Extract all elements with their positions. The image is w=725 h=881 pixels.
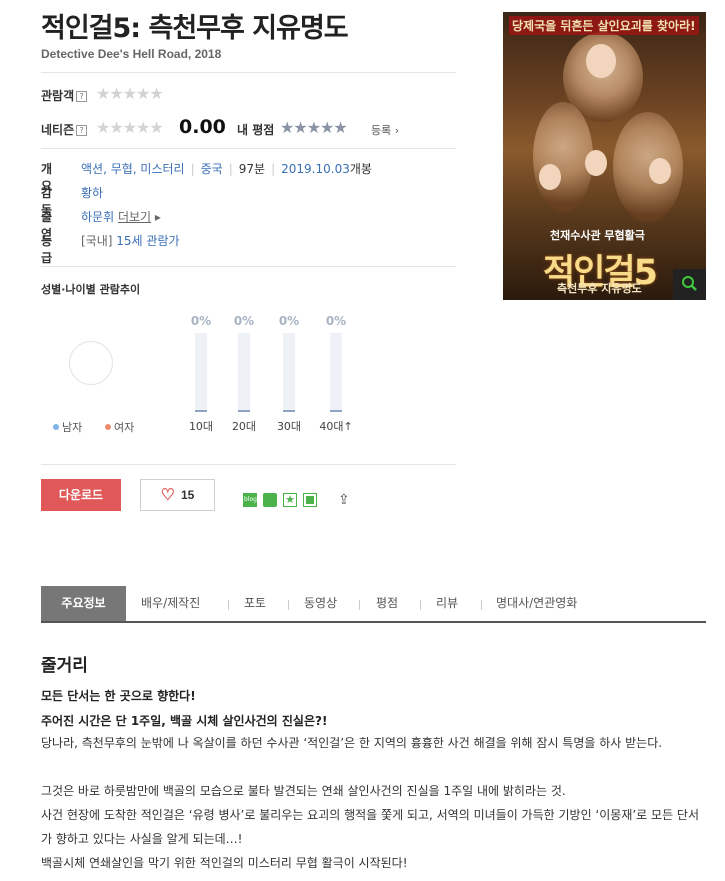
synopsis-paragraph: 당나라, 측천무후의 눈밖에 나 옥살이를 하던 수사관 ‘적인걸’은 한 지역…: [41, 736, 663, 750]
synopsis-headline: 주어진 시간은 단 1주일, 백골 시체 살인사건의 진실은?!: [41, 714, 328, 728]
synopsis-paragraph: 백골시체 연쇄살인을 막기 위한 적인걸의 미스터리 무협 활극이 시작된다!: [41, 856, 408, 870]
runtime: 97분: [238, 162, 266, 176]
chevron-right-icon: ›: [394, 124, 400, 137]
tab-photo[interactable]: 포토: [244, 586, 266, 621]
tab-review[interactable]: 리뷰: [436, 586, 458, 621]
movie-subtitle: Detective Dee's Hell Road, 2018: [41, 47, 222, 61]
poster-figure: [649, 158, 671, 184]
divider: [41, 148, 456, 149]
netizen-stars: ★★★★★: [96, 118, 164, 137]
divider: [41, 266, 456, 267]
memo-icon[interactable]: [303, 493, 317, 507]
netizen-score: 0.00: [179, 116, 226, 138]
my-rating-stars[interactable]: ★★★★★: [280, 118, 348, 137]
age-bar: 0% 20대: [224, 314, 264, 434]
netizen-rating-label: 네티즌?: [41, 121, 88, 138]
like-count: 15: [180, 488, 195, 502]
zoom-button[interactable]: [673, 269, 706, 300]
bar-track: [283, 333, 295, 412]
tab-rating[interactable]: 평점: [376, 586, 398, 621]
legend-dot: [105, 424, 111, 430]
audience-rating-label: 관람객?: [41, 87, 88, 104]
tab-separator: [228, 600, 229, 610]
poster-subtitle: 측천무후 지유명도: [557, 282, 642, 295]
share-icon[interactable]: ⇪: [338, 492, 350, 508]
age-bar: 0% 30대: [269, 314, 309, 434]
bar-value-label: 0%: [278, 314, 300, 328]
bar-value-label: 0%: [190, 314, 212, 328]
bar-fill: [238, 410, 250, 412]
tab-main-info[interactable]: 주요정보: [41, 586, 126, 621]
poster-figure: [539, 164, 561, 190]
help-icon[interactable]: ?: [76, 91, 88, 102]
synopsis-paragraph: 사건 현장에 도착한 적인걸은 ‘유령 병사’로 불리우는 요괴의 행적을 쫓게…: [41, 808, 700, 846]
director-link[interactable]: 황하: [81, 184, 103, 201]
bar-track: [330, 333, 342, 412]
grade-link[interactable]: 15세 관람가: [116, 234, 179, 248]
separator: |: [190, 162, 195, 176]
bar-category-label: 40대↑: [319, 420, 353, 433]
content-tabs: 주요정보 배우/제작진 포토 동영상 평점 리뷰 명대사/연관영화: [41, 586, 706, 623]
synopsis-heading: 줄거리: [41, 656, 88, 676]
release-date-link[interactable]: 2019.10.03: [281, 162, 350, 176]
like-button[interactable]: ♡ 15: [140, 479, 215, 511]
grade-prefix: [국내]: [81, 234, 113, 248]
audience-stars: ★★★★★: [96, 84, 164, 103]
bar-category-label: 10대: [188, 420, 214, 433]
movie-poster[interactable]: 당제국을 뒤흔든 살인요괴를 찾아라! 천재수사관 무협활극 적인걸5 측천무후…: [503, 12, 706, 300]
genres-link[interactable]: 액션, 무협, 미스터리: [81, 162, 185, 176]
poster-figure: [533, 102, 593, 212]
separator: |: [228, 162, 233, 176]
divider: [41, 72, 456, 73]
heart-icon: ♡: [160, 487, 175, 504]
movie-title: 적인걸5: 측천무후 지유명도: [41, 13, 349, 44]
bar-fill: [283, 410, 295, 412]
bar-track: [238, 333, 250, 412]
age-bar: 0% 40대↑: [316, 314, 356, 434]
help-icon[interactable]: ?: [76, 125, 88, 136]
age-bar: 0% 10대: [181, 314, 221, 434]
poster-figure: [586, 44, 616, 78]
cast-link[interactable]: 하문휘: [81, 210, 114, 224]
legend-dot: [53, 424, 59, 430]
register-rating-link[interactable]: 등록 ›: [371, 122, 399, 138]
legend-female: 여자: [105, 419, 134, 435]
bar-track: [195, 333, 207, 412]
poster-figure: [585, 150, 607, 176]
tab-separator: [359, 600, 360, 610]
bar-category-label: 20대: [231, 420, 257, 433]
bar-fill: [330, 410, 342, 412]
cafe-icon[interactable]: [263, 493, 277, 507]
bar-value-label: 0%: [325, 314, 347, 328]
my-rating-label: 내 평점: [237, 123, 275, 137]
bar-value-label: 0%: [233, 314, 255, 328]
release-suffix: 개봉: [349, 162, 372, 176]
grade-label: 등급: [41, 234, 53, 265]
blog-icon[interactable]: blog: [243, 493, 257, 507]
tab-video[interactable]: 동영상: [304, 586, 337, 621]
download-button[interactable]: 다운로드: [41, 479, 121, 511]
caret-right-icon: ▸: [151, 210, 161, 224]
country-link[interactable]: 중국: [201, 162, 223, 176]
magnifier-icon: [682, 276, 697, 291]
synopsis-paragraph: 그것은 바로 하룻밤만에 백골의 모습으로 불타 발견되는 연쇄 살인사건의 진…: [41, 784, 566, 798]
tab-separator: [481, 600, 482, 610]
legend-male: 남자: [53, 419, 82, 435]
poster-figure: [613, 112, 683, 222]
bookmark-star-icon[interactable]: ★: [283, 493, 297, 507]
poster-crime-line: 천재수사관 무협활극: [550, 229, 645, 242]
tab-cast-crew[interactable]: 배우/제작진: [141, 586, 200, 621]
separator: |: [271, 162, 276, 176]
tab-separator: [420, 600, 421, 610]
gender-pie: [69, 341, 113, 385]
poster-tagline: 당제국을 뒤흔든 살인요괴를 찾아라!: [509, 16, 699, 35]
tab-quotes-related[interactable]: 명대사/연관영화: [496, 586, 577, 621]
cast-more-link[interactable]: 더보기: [118, 210, 151, 224]
divider: [41, 464, 456, 465]
bar-fill: [195, 410, 207, 412]
bar-category-label: 30대: [276, 420, 302, 433]
synopsis-headline: 모든 단서는 한 곳으로 향한다!: [41, 689, 196, 703]
tab-separator: [288, 600, 289, 610]
chart-title: 성별·나이별 관람추이: [41, 283, 141, 296]
